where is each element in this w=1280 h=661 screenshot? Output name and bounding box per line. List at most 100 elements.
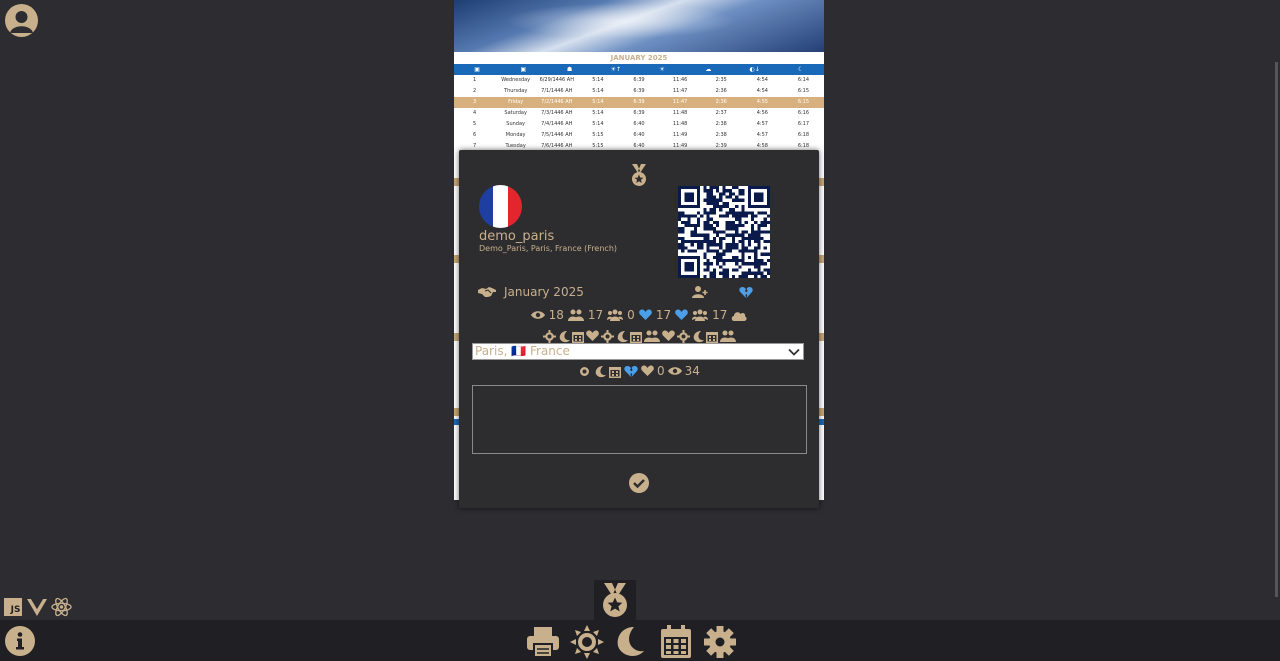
calendar-cell: 2:37 bbox=[715, 110, 727, 116]
info-button[interactable] bbox=[5, 626, 35, 656]
sun-icon[interactable] bbox=[570, 625, 604, 659]
calendar-cell: 6:14 bbox=[797, 77, 810, 83]
group-icon bbox=[692, 309, 709, 321]
calendar-cell: 7/4/1446 AH bbox=[541, 121, 573, 127]
profile-month: January 2025 bbox=[504, 285, 584, 299]
cloud-icon bbox=[732, 311, 747, 321]
react-icon[interactable] bbox=[51, 596, 72, 618]
calendar-cell: 4:55 bbox=[756, 99, 768, 105]
calendar-cell: 4:57 bbox=[756, 132, 768, 138]
medal-icon bbox=[632, 164, 646, 186]
calendar-row: 2 Thursday 7/1/1446 AH 5:14 6:39 11:47 2:36 4:5… bbox=[454, 86, 824, 97]
profile-username: demo_paris bbox=[479, 229, 555, 244]
calendar-cell: Friday bbox=[508, 99, 524, 105]
calendar-row: 6 Monday 7/5/1446 AH 5:15 6:40 11:49 2:38 4:57 6… bbox=[454, 130, 824, 141]
users-icon bbox=[719, 330, 736, 342]
calendar-cell: 11:48 bbox=[672, 110, 688, 116]
calendar-cell: 5:14 bbox=[592, 88, 604, 94]
views-count: 18 bbox=[548, 308, 564, 322]
location-select-value: Paris, 🇫🇷 France bbox=[475, 344, 570, 358]
calendar-header-cell: ☗ bbox=[566, 66, 573, 73]
calendar-cell: 6:39 bbox=[633, 99, 645, 105]
calendar-header-cell: ☀ bbox=[659, 66, 665, 73]
location-select[interactable]: Paris, 🇫🇷 France bbox=[472, 343, 804, 360]
users-icon bbox=[643, 330, 660, 342]
calendar-cell: 2:36 bbox=[715, 99, 727, 105]
calendar-row: 4 Saturday 7/3/1446 AH 5:14 6:39 11:48 2:37 4:5… bbox=[454, 108, 824, 119]
calendar-cell: 6/29/1446 AH bbox=[539, 77, 574, 83]
calendar-icon[interactable] bbox=[659, 625, 693, 659]
sun-icon bbox=[600, 329, 614, 343]
calendar-cell: Thursday bbox=[504, 88, 528, 94]
calendar-cell: 6 bbox=[472, 132, 477, 138]
calendar-header-row: ▣ ▣ ☗ ☀↑ ☀ ☁ ◐↓ ☾ bbox=[454, 64, 824, 75]
calendar-icon bbox=[609, 366, 622, 378]
calendar-cell: 5:14 bbox=[592, 121, 604, 127]
info-icon bbox=[16, 632, 24, 650]
medal-icon bbox=[603, 583, 627, 617]
chevron-down-icon bbox=[788, 348, 800, 356]
followers-count: 17 bbox=[587, 308, 604, 322]
calendar-cell: 3 bbox=[472, 99, 477, 105]
calendar-cell: 11:47 bbox=[672, 88, 688, 94]
user-avatar-button[interactable] bbox=[5, 4, 38, 37]
calendar-cell: 5:14 bbox=[592, 77, 604, 83]
group-icon bbox=[607, 309, 624, 321]
moon-icon[interactable] bbox=[614, 625, 648, 659]
sun-icon bbox=[542, 329, 556, 343]
heart-broken-icon[interactable] bbox=[739, 286, 753, 299]
qr-code[interactable] bbox=[678, 186, 770, 278]
calendar-cell: 4:56 bbox=[756, 110, 768, 116]
user-icon bbox=[10, 11, 33, 33]
calendar-cell: 2 bbox=[472, 88, 477, 94]
heart-icon bbox=[641, 365, 654, 376]
likes-count: 17 bbox=[655, 308, 672, 322]
calendar-cell: 2:38 bbox=[715, 132, 727, 138]
print-icon[interactable] bbox=[526, 625, 560, 659]
vue-icon[interactable] bbox=[26, 596, 47, 618]
calendar-cell: 6:17 bbox=[797, 121, 810, 127]
location-likes-count: 0 bbox=[657, 364, 665, 378]
calendar-cell: 1 bbox=[472, 77, 477, 83]
calendar-row: 5 Sunday 7/4/1446 AH 5:14 6:40 11:48 2:38 4:57 6… bbox=[454, 119, 824, 130]
js-icon[interactable]: JS bbox=[2, 596, 23, 618]
calendar-cell: 6:39 bbox=[633, 77, 645, 83]
calendar-cell: 2:38 bbox=[715, 121, 727, 127]
france-flag-avatar bbox=[479, 185, 522, 228]
check-circle-icon[interactable] bbox=[628, 472, 650, 494]
users-icon bbox=[567, 309, 584, 321]
location-views-count: 34 bbox=[684, 364, 700, 378]
sun-icon bbox=[580, 366, 590, 376]
comment-textarea[interactable] bbox=[472, 385, 807, 454]
calendar-icon bbox=[629, 330, 642, 343]
scrollbar[interactable] bbox=[1275, 62, 1278, 597]
calendar-cell: 11:49 bbox=[672, 132, 688, 138]
moon-icon bbox=[692, 330, 704, 343]
gear-icon[interactable] bbox=[703, 625, 737, 659]
eye-icon bbox=[667, 367, 682, 375]
calendar-row: 3 Friday 7/2/1446 AH 5:14 6:39 11:47 2:36 4:55 6… bbox=[454, 97, 824, 108]
calendar-cell: 11:46 bbox=[672, 77, 688, 83]
calendar-row: 1 Wednesday 6/29/1446 AH 5:14 6:39 11:46 2:35 4… bbox=[454, 75, 824, 86]
handshake-icon bbox=[478, 287, 496, 297]
awards-tab[interactable] bbox=[594, 580, 636, 620]
calendar-cell: 6:16 bbox=[797, 110, 810, 116]
calendar-cell: 4 bbox=[472, 110, 477, 116]
heart-broken-icon bbox=[624, 365, 638, 377]
calendar-cell: 4:54 bbox=[756, 88, 768, 94]
calendar-cell: 7/3/1446 AH bbox=[541, 110, 573, 116]
calendar-cell: Wednesday bbox=[501, 77, 531, 83]
calendar-cell: Saturday bbox=[504, 110, 527, 116]
calendar-cell: 5:14 bbox=[592, 110, 604, 116]
profile-subtitle: Demo_Paris, Paris, France (French) bbox=[479, 244, 618, 253]
calendar-cell: 6:39 bbox=[633, 88, 645, 94]
moon-icon bbox=[595, 365, 607, 377]
moon-icon bbox=[558, 330, 570, 343]
sky-banner-image bbox=[454, 0, 824, 52]
calendar-cell: Monday bbox=[505, 132, 526, 138]
calendar-header-cell: ☁ bbox=[705, 66, 712, 73]
user-plus-icon[interactable] bbox=[692, 285, 709, 299]
calendar-cell: 6:15 bbox=[797, 88, 810, 94]
calendar-icon bbox=[705, 330, 718, 343]
location-stats-row: 0 34 bbox=[459, 363, 819, 379]
